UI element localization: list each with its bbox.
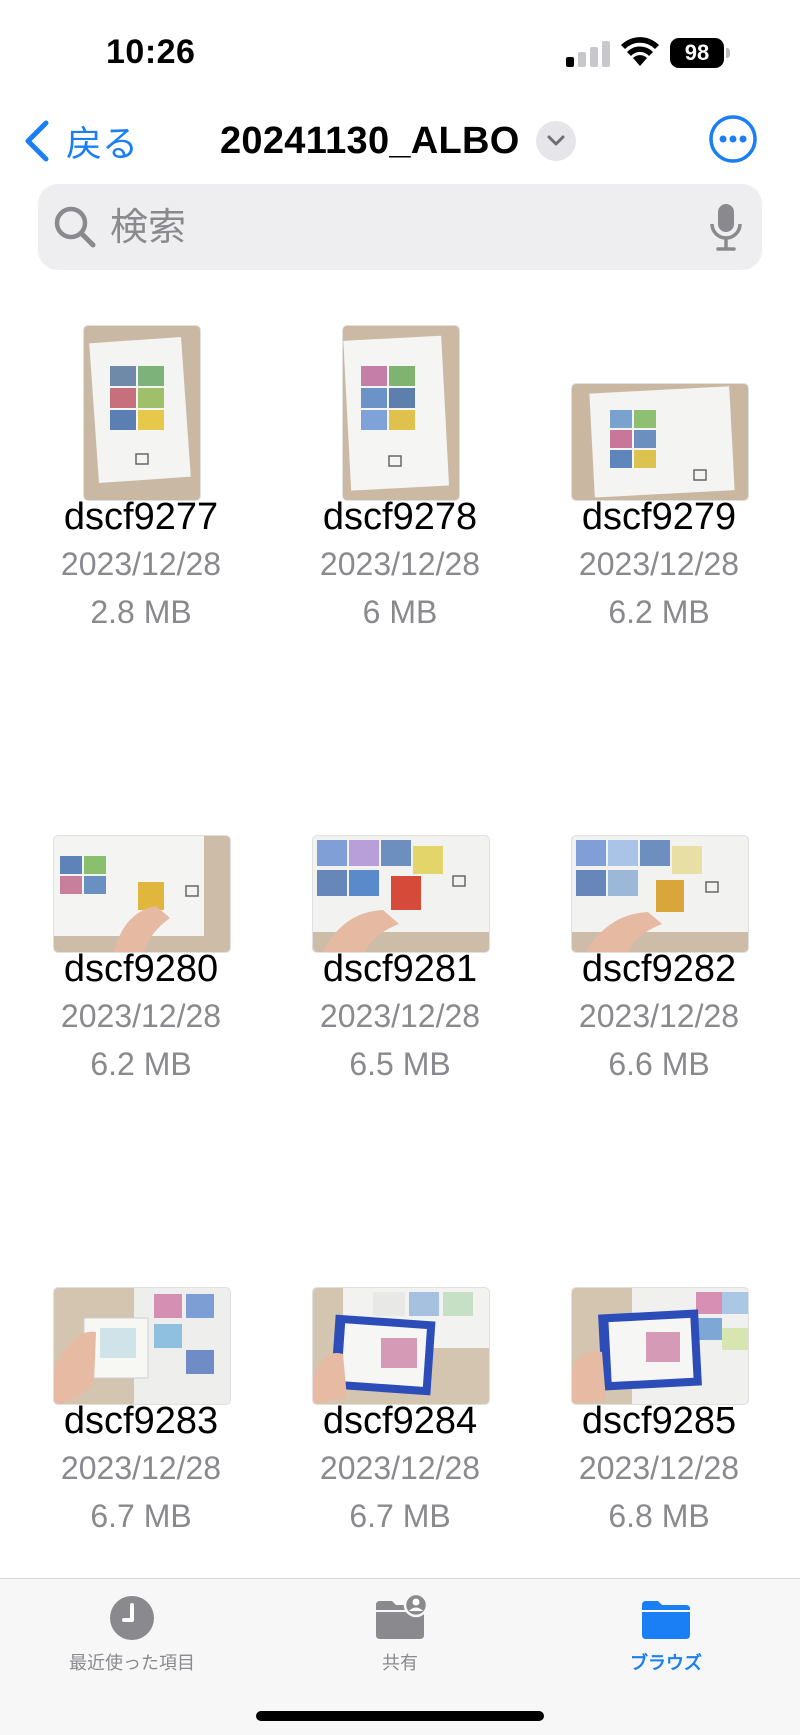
file-date: 2023/12/28 [319, 998, 481, 1034]
file-item[interactable]: dscf9280 2023/12/28 6.2 MB [21, 752, 261, 1088]
chevron-down-icon [535, 121, 576, 161]
file-thumbnail [572, 1288, 748, 1404]
file-item[interactable]: dscf9285 2023/12/28 6.8 MB [539, 1204, 779, 1540]
tab-bar: 最近使った項目 共有 ブラウズ [0, 1578, 800, 1735]
status-time: 10:26 [106, 33, 196, 71]
file-item[interactable]: dscf9277 2023/12/28 2.8 MB [21, 300, 261, 636]
navigation-bar: 戻る 20241130_ALBO [0, 100, 800, 180]
file-size: 6.5 MB [349, 1046, 451, 1082]
file-size: 6.7 MB [349, 1498, 451, 1534]
battery-icon: 98 [670, 38, 730, 68]
home-indicator [256, 1711, 544, 1721]
file-name: dscf9285 [581, 1400, 737, 1442]
file-date: 2023/12/28 [60, 1450, 222, 1486]
chevron-left-icon [25, 120, 49, 162]
file-size: 6.7 MB [90, 1498, 192, 1534]
file-date: 2023/12/28 [319, 546, 481, 582]
file-size: 6.6 MB [608, 1046, 710, 1082]
battery-level: 98 [670, 38, 724, 68]
tab-label: 共有 [382, 1653, 418, 1673]
file-thumbnail [572, 384, 748, 500]
file-name: dscf9278 [322, 496, 478, 538]
file-name: dscf9281 [322, 948, 478, 990]
file-name: dscf9283 [63, 1400, 219, 1442]
file-thumbnail [84, 326, 200, 500]
file-name: dscf9279 [581, 496, 737, 538]
tab-browse[interactable]: ブラウズ [566, 1593, 766, 1675]
back-label: 戻る [66, 123, 139, 164]
search-bar [38, 184, 762, 270]
file-date: 2023/12/28 [60, 546, 222, 582]
file-thumbnail [343, 326, 459, 500]
file-size: 6.8 MB [608, 1498, 710, 1534]
file-date: 2023/12/28 [60, 998, 222, 1034]
file-size: 6 MB [362, 594, 438, 630]
folder-icon [642, 1601, 690, 1639]
file-item[interactable]: dscf9284 2023/12/28 6.7 MB [280, 1204, 520, 1540]
page-title: 20241130_ALBO [220, 119, 520, 162]
tab-label: 最近使った項目 [69, 1653, 195, 1673]
wifi-icon [621, 37, 659, 66]
file-name: dscf9280 [63, 948, 219, 990]
file-size: 6.2 MB [90, 1046, 192, 1082]
file-size: 2.8 MB [90, 594, 192, 630]
tab-recents[interactable]: 最近使った項目 [32, 1593, 232, 1675]
more-options-icon[interactable] [708, 114, 758, 164]
file-thumbnail [313, 836, 489, 952]
microphone-icon[interactable] [708, 202, 744, 252]
file-item[interactable]: dscf9282 2023/12/28 6.6 MB [539, 752, 779, 1088]
back-button[interactable]: 戻る [22, 116, 138, 166]
file-name: dscf9284 [322, 1400, 478, 1442]
search-input[interactable] [108, 202, 672, 254]
file-date: 2023/12/28 [578, 546, 740, 582]
file-date: 2023/12/28 [319, 1450, 481, 1486]
file-item[interactable]: dscf9281 2023/12/28 6.5 MB [280, 752, 520, 1088]
file-item[interactable]: dscf9279 2023/12/28 6.2 MB [539, 300, 779, 636]
status-bar: 10:26 98 [0, 0, 800, 100]
clock-icon [110, 1596, 154, 1640]
file-thumbnail [54, 836, 230, 952]
file-size: 6.2 MB [608, 594, 710, 630]
file-thumbnail [54, 1288, 230, 1404]
search-icon [54, 206, 96, 248]
file-date: 2023/12/28 [578, 998, 740, 1034]
tab-shared[interactable]: 共有 [300, 1593, 500, 1675]
shared-folder-icon [376, 1593, 428, 1639]
file-date: 2023/12/28 [578, 1450, 740, 1486]
file-thumbnail [313, 1288, 489, 1404]
tab-label: ブラウズ [630, 1653, 702, 1673]
file-item[interactable]: dscf9278 2023/12/28 6 MB [280, 300, 520, 636]
folder-title-menu[interactable]: 20241130_ALBO [220, 116, 576, 166]
cellular-signal-icon [566, 41, 610, 67]
file-item[interactable]: dscf9283 2023/12/28 6.7 MB [21, 1204, 261, 1540]
file-name: dscf9277 [63, 496, 219, 538]
file-thumbnail [572, 836, 748, 952]
file-name: dscf9282 [581, 948, 737, 990]
